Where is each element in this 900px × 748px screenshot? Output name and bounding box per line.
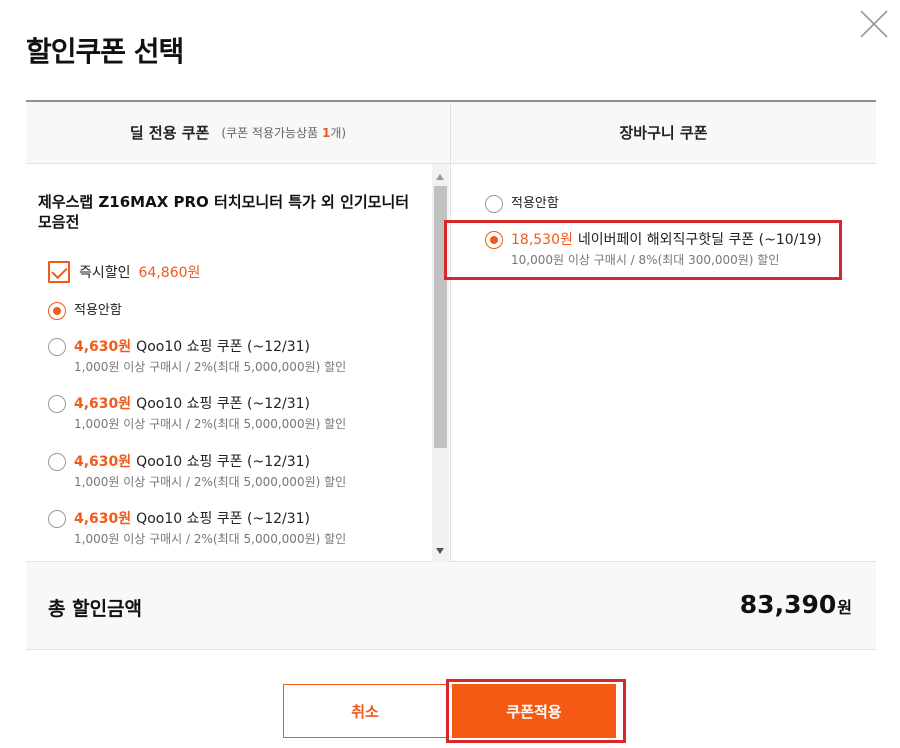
deal-coupon-option[interactable]: 4,630원 Qoo10 쇼핑 쿠폰 (~12/31) 1,000원 이상 구매시… [48, 394, 346, 433]
instant-discount-amount: 64,860원 [138, 265, 201, 281]
radio-button[interactable] [48, 338, 66, 356]
coupon-condition: 1,000원 이상 구매시 / 2%(최대 5,000,000원) 할인 [74, 475, 347, 489]
deal-coupon-option[interactable]: 4,630원 Qoo10 쇼핑 쿠폰 (~12/31) 1,000원 이상 구매시… [48, 452, 346, 491]
coupon-name: Qoo10 쇼핑 쿠폰 (~12/31) [136, 454, 311, 470]
coupon-condition: 1,000원 이상 구매시 / 2%(최대 5,000,000원) 할인 [74, 360, 347, 374]
deal-coupon-option[interactable]: 4,630원 Qoo10 쇼핑 쿠폰 (~12/31) 1,000원 이상 구매시… [48, 509, 346, 548]
coupon-name: Qoo10 쇼핑 쿠폰 (~12/31) [136, 511, 311, 527]
cart-coupon-option-none[interactable]: 적용안함 [485, 194, 559, 214]
selected-coupon-highlight [444, 220, 842, 280]
cancel-button[interactable]: 취소 [283, 684, 447, 738]
deal-coupon-column: 딜 전용 쿠폰 (쿠폰 적용가능상품 1개) 제우스랩 Z16MAX PRO 터… [26, 102, 451, 562]
cart-coupon-header: 장바구니 쿠폰 [451, 102, 876, 164]
coupon-amount: 4,630원 [74, 511, 132, 527]
deal-coupon-list[interactable]: 제우스랩 Z16MAX PRO 터치모니터 특가 외 인기모니터 모음전 즉시할… [26, 164, 451, 562]
scroll-up-arrow-icon[interactable] [436, 174, 444, 180]
radio-button[interactable] [485, 195, 503, 213]
coupon-amount: 4,630원 [74, 396, 132, 412]
deal-coupon-option-none[interactable]: 적용안함 [48, 301, 122, 321]
product-title: 제우스랩 Z16MAX PRO 터치모니터 특가 외 인기모니터 모음전 [38, 193, 410, 231]
coupon-name: Qoo10 쇼핑 쿠폰 (~12/31) [136, 396, 311, 412]
radio-button[interactable] [48, 302, 66, 320]
deal-coupon-heading: 딜 전용 쿠폰 [129, 124, 210, 142]
coupon-amount: 4,630원 [74, 454, 132, 470]
dialog-title: 할인쿠폰 선택 [26, 35, 184, 68]
cart-coupon-column: 장바구니 쿠폰 적용안함 18,530원 네이버페이 해외직구핫딜 쿠폰 (~10… [451, 102, 876, 562]
deal-coupon-count: (쿠폰 적용가능상품 1개) [221, 126, 347, 140]
radio-button[interactable] [48, 453, 66, 471]
coupon-panel: 딜 전용 쿠폰 (쿠폰 적용가능상품 1개) 제우스랩 Z16MAX PRO 터… [26, 100, 876, 562]
radio-button[interactable] [48, 510, 66, 528]
coupon-condition: 1,000원 이상 구매시 / 2%(최대 5,000,000원) 할인 [74, 417, 347, 431]
total-discount-bar: 총 할인금액 83,390원 [26, 562, 876, 650]
close-icon[interactable] [858, 8, 890, 40]
deal-coupon-header: 딜 전용 쿠폰 (쿠폰 적용가능상품 1개) [26, 102, 450, 164]
instant-discount-checkbox[interactable] [48, 261, 70, 283]
cart-coupon-heading: 장바구니 쿠폰 [619, 124, 708, 142]
deal-coupon-option[interactable]: 4,630원 Qoo10 쇼핑 쿠폰 (~12/31) 1,000원 이상 구매시… [48, 337, 346, 376]
coupon-condition: 1,000원 이상 구매시 / 2%(최대 5,000,000원) 할인 [74, 532, 347, 546]
coupon-amount: 4,630원 [74, 339, 132, 355]
coupon-name: Qoo10 쇼핑 쿠폰 (~12/31) [136, 339, 311, 355]
scroll-down-arrow-icon[interactable] [436, 548, 444, 554]
instant-discount-option[interactable]: 즉시할인 64,860원 [48, 261, 200, 283]
total-discount-value: 83,390원 [739, 590, 852, 619]
option-label: 적용안함 [511, 196, 559, 211]
instant-discount-label: 즉시할인 [79, 265, 131, 281]
apply-button-highlight [446, 679, 626, 743]
radio-button[interactable] [48, 395, 66, 413]
total-discount-label: 총 할인금액 [48, 598, 143, 620]
option-label: 적용안함 [74, 303, 122, 318]
